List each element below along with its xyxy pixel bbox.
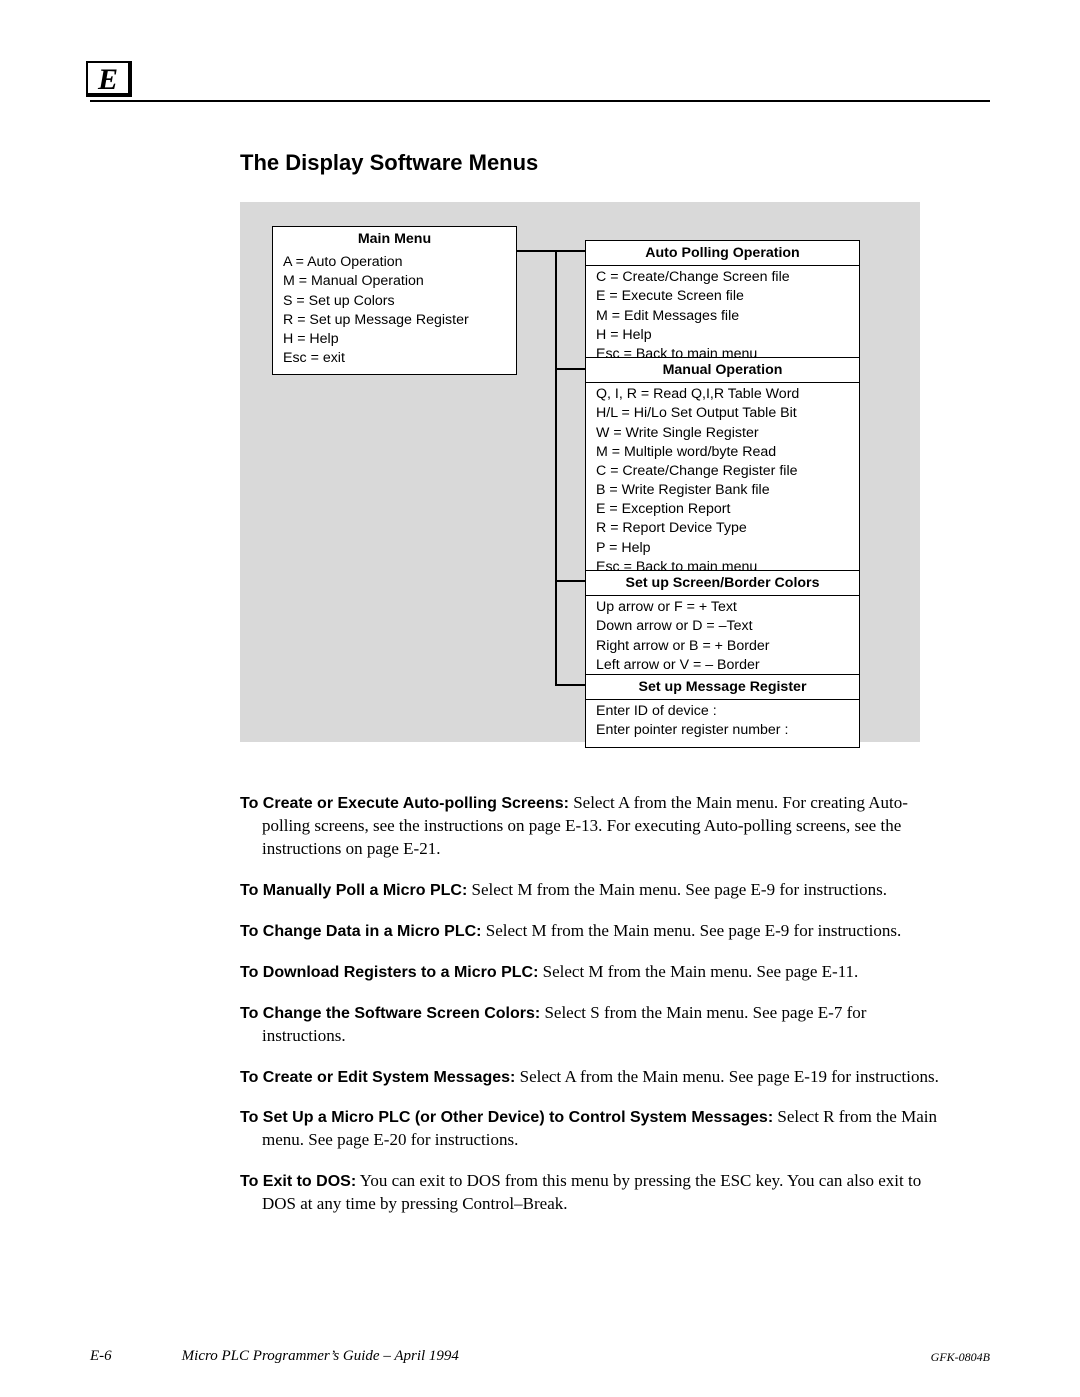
menu-item: Left arrow or V = – Border	[596, 656, 849, 675]
menu-item: B = Write Register Bank file	[596, 481, 849, 500]
connector	[555, 250, 557, 684]
menu-item: M = Manual Operation	[283, 272, 506, 291]
instruction-lead: To Manually Poll a Micro PLC:	[240, 882, 467, 899]
instruction-body: Select M from the Main menu. See page E-…	[467, 880, 887, 899]
menu-item: C = Create/Change Screen file	[596, 268, 849, 287]
menu-item: R = Report Device Type	[596, 519, 849, 538]
instruction-item: To Create or Execute Auto-polling Screen…	[240, 792, 940, 861]
box-manual-operation-body: Q, I, R = Read Q,I,R Table Word H/L = Hi…	[586, 383, 859, 583]
box-setup-colors-body: Up arrow or F = + Text Down arrow or D =…	[586, 596, 859, 681]
menu-diagram: Main Menu A = Auto Operation M = Manual …	[240, 202, 920, 742]
instruction-item: To Exit to DOS: You can exit to DOS from…	[240, 1170, 940, 1216]
page-footer: E-6 Micro PLC Programmer’s Guide – April…	[90, 1348, 990, 1365]
menu-item: S = Set up Colors	[283, 292, 506, 311]
connector	[555, 368, 585, 370]
page: E The Display Software Menus Main Menu A…	[0, 0, 1080, 1397]
menu-item: W = Write Single Register	[596, 424, 849, 443]
connector	[555, 684, 585, 686]
connector	[517, 250, 557, 252]
box-main-menu: Main Menu A = Auto Operation M = Manual …	[272, 226, 517, 375]
menu-item: M = Edit Messages file	[596, 307, 849, 326]
section-title: The Display Software Menus	[240, 150, 990, 176]
menu-item: E = Exception Report	[596, 500, 849, 519]
instruction-body: Select M from the Main menu. See page E-…	[482, 921, 902, 940]
instruction-lead: To Change Data in a Micro PLC:	[240, 923, 482, 940]
instruction-lead: To Change the Software Screen Colors:	[240, 1005, 540, 1022]
box-auto-polling: Auto Polling Operation C = Create/Change…	[585, 240, 860, 371]
menu-item: Down arrow or D = –Text	[596, 617, 849, 636]
box-auto-polling-title: Auto Polling Operation	[586, 241, 859, 265]
instruction-item: To Change the Software Screen Colors: Se…	[240, 1002, 940, 1048]
box-setup-msgreg: Set up Message Register Enter ID of devi…	[585, 674, 860, 748]
header-rule	[90, 100, 990, 102]
instruction-lead: To Set Up a Micro PLC (or Other Device) …	[240, 1109, 773, 1126]
box-main-menu-title: Main Menu	[273, 227, 516, 251]
instruction-item: To Manually Poll a Micro PLC: Select M f…	[240, 879, 940, 902]
box-manual-operation: Manual Operation Q, I, R = Read Q,I,R Ta…	[585, 357, 860, 584]
menu-item: Right arrow or B = + Border	[596, 637, 849, 656]
menu-item: Enter pointer register number :	[596, 721, 849, 740]
instruction-body: You can exit to DOS from this menu by pr…	[262, 1171, 921, 1213]
menu-item: A = Auto Operation	[283, 253, 506, 272]
menu-item: H = Help	[283, 330, 506, 349]
connector	[555, 250, 585, 252]
box-manual-operation-title: Manual Operation	[586, 358, 859, 382]
instruction-lead: To Create or Edit System Messages:	[240, 1069, 515, 1086]
menu-item: R = Set up Message Register	[283, 311, 506, 330]
instruction-item: To Download Registers to a Micro PLC: Se…	[240, 961, 940, 984]
menu-item: H/L = Hi/Lo Set Output Table Bit	[596, 404, 849, 423]
instruction-item: To Change Data in a Micro PLC: Select M …	[240, 920, 940, 943]
box-setup-colors: Set up Screen/Border Colors Up arrow or …	[585, 570, 860, 682]
menu-item: Up arrow or F = + Text	[596, 598, 849, 617]
menu-item: Q, I, R = Read Q,I,R Table Word	[596, 385, 849, 404]
menu-item: Esc = exit	[283, 349, 506, 368]
instruction-lead: To Create or Execute Auto-polling Screen…	[240, 795, 569, 812]
instruction-item: To Create or Edit System Messages: Selec…	[240, 1066, 940, 1089]
box-main-menu-body: A = Auto Operation M = Manual Operation …	[273, 251, 516, 374]
connector	[555, 580, 585, 582]
instruction-body: Select M from the Main menu. See page E-…	[538, 962, 858, 981]
menu-item: C = Create/Change Register file	[596, 462, 849, 481]
instruction-lead: To Exit to DOS:	[240, 1173, 356, 1190]
footer-page-number: E-6	[90, 1348, 112, 1365]
appendix-letter: E	[86, 61, 132, 97]
page-header: E	[90, 40, 990, 96]
instructions: To Create or Execute Auto-polling Screen…	[240, 792, 940, 1216]
box-setup-msgreg-body: Enter ID of device : Enter pointer regis…	[586, 700, 859, 746]
menu-item: H = Help	[596, 326, 849, 345]
footer-doc-id: GFK-0804B	[931, 1350, 990, 1365]
instruction-item: To Set Up a Micro PLC (or Other Device) …	[240, 1106, 940, 1152]
box-setup-msgreg-title: Set up Message Register	[586, 675, 859, 699]
box-auto-polling-body: C = Create/Change Screen file E = Execut…	[586, 266, 859, 370]
menu-item: Enter ID of device :	[596, 702, 849, 721]
box-setup-colors-title: Set up Screen/Border Colors	[586, 571, 859, 595]
footer-title: Micro PLC Programmer’s Guide – April 199…	[112, 1348, 931, 1365]
instruction-lead: To Download Registers to a Micro PLC:	[240, 964, 538, 981]
menu-item: M = Multiple word/byte Read	[596, 443, 849, 462]
instruction-body: Select A from the Main menu. See page E-…	[515, 1067, 939, 1086]
menu-item: P = Help	[596, 539, 849, 558]
menu-item: E = Execute Screen file	[596, 287, 849, 306]
